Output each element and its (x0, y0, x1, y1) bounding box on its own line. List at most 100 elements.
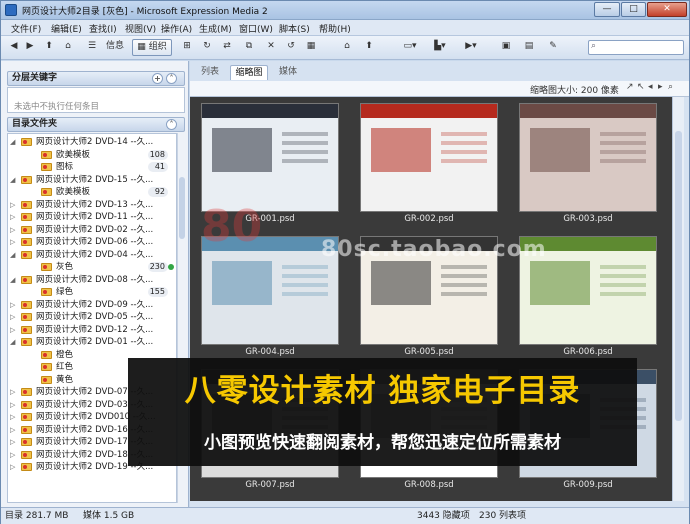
thumbnail-image[interactable] (519, 103, 657, 212)
collapse-arrow-icon[interactable]: ◢ (10, 249, 18, 261)
tab-thumbnails[interactable]: 缩略图 (230, 65, 268, 80)
delete-icon[interactable]: ✕ (263, 39, 279, 56)
thumbnail-text-line (441, 283, 487, 287)
expand-arrow-icon[interactable]: ▷ (10, 211, 18, 223)
share-icon[interactable]: ⌂ (339, 39, 355, 56)
tab-list[interactable]: 列表 (196, 65, 224, 80)
tree-subfolder-row[interactable]: 欧美模板 92 (8, 186, 176, 199)
menu-help[interactable]: 帮助(H) (319, 22, 351, 35)
tree-folder-row[interactable]: ▷ 网页设计大师2 DVD-13 --久... (8, 199, 176, 212)
rotate-icon[interactable]: ↺ (283, 39, 299, 56)
collapse-arrow-icon[interactable]: ◢ (10, 274, 18, 286)
folder-icon (41, 263, 52, 271)
zoom-icon[interactable]: ⌕ (668, 82, 673, 92)
thumbnail-image[interactable] (201, 103, 339, 212)
grid-scrollbar[interactable] (672, 97, 684, 501)
menu-edit[interactable]: 编辑(E) (51, 22, 82, 35)
import-icon[interactable]: ⊞ (179, 39, 195, 56)
add-keyword-icon[interactable]: + (152, 73, 163, 84)
grid-scroll-thumb[interactable] (675, 131, 682, 421)
folder-icon (21, 338, 32, 346)
tree-subfolder-row[interactable]: 欧美模板 108 (8, 149, 176, 162)
tree-scroll-thumb[interactable] (179, 177, 185, 239)
thumbnail-image[interactable] (201, 236, 339, 345)
thumbnail-text-line (441, 132, 487, 136)
slideshow-icon[interactable]: ▣ (498, 39, 514, 56)
tree-folder-row[interactable]: ◢ 网页设计大师2 DVD-04 --久... (8, 249, 176, 262)
view-mode-icon[interactable]: ▭▾ (397, 39, 423, 56)
thumbnail-image[interactable] (360, 103, 498, 212)
menu-script[interactable]: 脚本(S) (279, 22, 310, 35)
collapse-arrow-icon[interactable]: ◢ (10, 136, 18, 148)
tree-folder-row[interactable]: ◢ 网页设计大师2 DVD-08 --久... (8, 274, 176, 287)
menu-view[interactable]: 视图(V) (125, 22, 156, 35)
menu-find[interactable]: 查找(I) (89, 22, 117, 35)
expand-arrow-icon[interactable]: ▷ (10, 424, 18, 436)
copy-icon[interactable]: ⧉ (241, 39, 257, 56)
app-icon (5, 4, 17, 16)
chart-icon[interactable]: ▙▾ (429, 39, 451, 56)
forward-icon[interactable]: ▶ (23, 39, 37, 56)
expand-arrow-icon[interactable]: ▷ (10, 236, 18, 248)
thumbnail-text-line (600, 265, 646, 269)
home-icon[interactable]: ⌂ (60, 39, 76, 56)
back-icon[interactable]: ◀ (7, 39, 21, 56)
collapse-arrow-icon[interactable]: ◢ (10, 174, 18, 186)
tree-folder-row[interactable]: ◢ 网页设计大师2 DVD-15 --久... (8, 174, 176, 187)
sort-desc-icon[interactable]: ↖ (637, 82, 645, 92)
thumbnail-cell[interactable]: GR-003.psd (511, 99, 665, 229)
tree-folder-row[interactable]: ◢ 网页设计大师2 DVD-14 --久... (8, 136, 176, 149)
tree-folder-row[interactable]: ▷ 网页设计大师2 DVD-11 --久... (8, 211, 176, 224)
sync-icon[interactable]: ⇄ (219, 39, 235, 56)
expand-arrow-icon[interactable]: ▷ (10, 436, 18, 448)
menu-window[interactable]: 窗口(W) (239, 22, 273, 35)
sort-icon[interactable]: ↗ (626, 82, 634, 92)
light-table-icon[interactable]: ▤ (521, 39, 537, 56)
grid-icon[interactable]: ▦ (303, 39, 319, 56)
export-icon[interactable]: ⬆ (361, 39, 377, 56)
expand-arrow-icon[interactable]: ▷ (10, 399, 18, 411)
list-icon[interactable]: ☰ (84, 39, 100, 56)
menu-file[interactable]: 文件(F) (11, 22, 41, 35)
collapse-folders-icon[interactable]: ˄ (166, 119, 177, 130)
collapse-arrow-icon[interactable]: ◢ (10, 336, 18, 348)
maximize-button[interactable]: □ (621, 2, 646, 17)
folder-icon (21, 450, 32, 459)
expand-arrow-icon[interactable]: ▷ (10, 449, 18, 461)
menu-make[interactable]: 生成(M) (199, 22, 232, 35)
tab-media[interactable]: 媒体 (274, 65, 302, 80)
tree-folder-row[interactable]: ▷ 网页设计大师2 DVD-09 --久... (8, 299, 176, 312)
tree-folder-row[interactable]: ▷ 网页设计大师2 DVD-05 --久... (8, 311, 176, 324)
tree-folder-row[interactable]: ◢ 网页设计大师2 DVD-01 --久... (8, 336, 176, 349)
up-icon[interactable]: ⬆ (41, 39, 57, 56)
play-icon[interactable]: ▶▾ (459, 39, 483, 56)
size-decrease-icon[interactable]: ◂ (648, 82, 653, 92)
organize-button[interactable]: ▦ 组织 (132, 39, 172, 56)
keywords-header[interactable]: 分层关键字 + ˄ (7, 71, 185, 86)
expand-arrow-icon[interactable]: ▷ (10, 224, 18, 236)
search-input[interactable] (588, 40, 684, 55)
minimize-button[interactable]: — (594, 2, 620, 17)
info-button[interactable]: 信息 (101, 39, 129, 56)
tree-folder-row[interactable]: ▷ 网页设计大师2 DVD-06 --久... (8, 236, 176, 249)
expand-arrow-icon[interactable]: ▷ (10, 386, 18, 398)
tree-subfolder-row[interactable]: 绿色 155 (8, 286, 176, 299)
expand-arrow-icon[interactable]: ▷ (10, 411, 18, 423)
size-increase-icon[interactable]: ▸ (658, 82, 663, 92)
collapse-keywords-icon[interactable]: ˄ (166, 73, 177, 84)
close-button[interactable]: ✕ (647, 2, 687, 17)
thumbnail-cell[interactable]: GR-002.psd (352, 99, 506, 229)
expand-arrow-icon[interactable]: ▷ (10, 299, 18, 311)
expand-arrow-icon[interactable]: ▷ (10, 311, 18, 323)
expand-arrow-icon[interactable]: ▷ (10, 199, 18, 211)
tree-subfolder-row[interactable]: 图标 41 (8, 161, 176, 174)
pencil-icon[interactable]: ✎ (545, 39, 561, 56)
catalog-folders-header[interactable]: 目录文件夹 ˄ (7, 117, 185, 132)
expand-arrow-icon[interactable]: ▷ (10, 461, 18, 473)
refresh-icon[interactable]: ↻ (199, 39, 215, 56)
expand-arrow-icon[interactable]: ▷ (10, 324, 18, 336)
tree-folder-row[interactable]: ▷ 网页设计大师2 DVD-02 --久... (8, 224, 176, 237)
tree-folder-row[interactable]: ▷ 网页设计大师2 DVD-12 --久... (8, 324, 176, 337)
tree-subfolder-row[interactable]: 灰色 230 (8, 261, 176, 274)
menu-action[interactable]: 操作(A) (161, 22, 192, 35)
